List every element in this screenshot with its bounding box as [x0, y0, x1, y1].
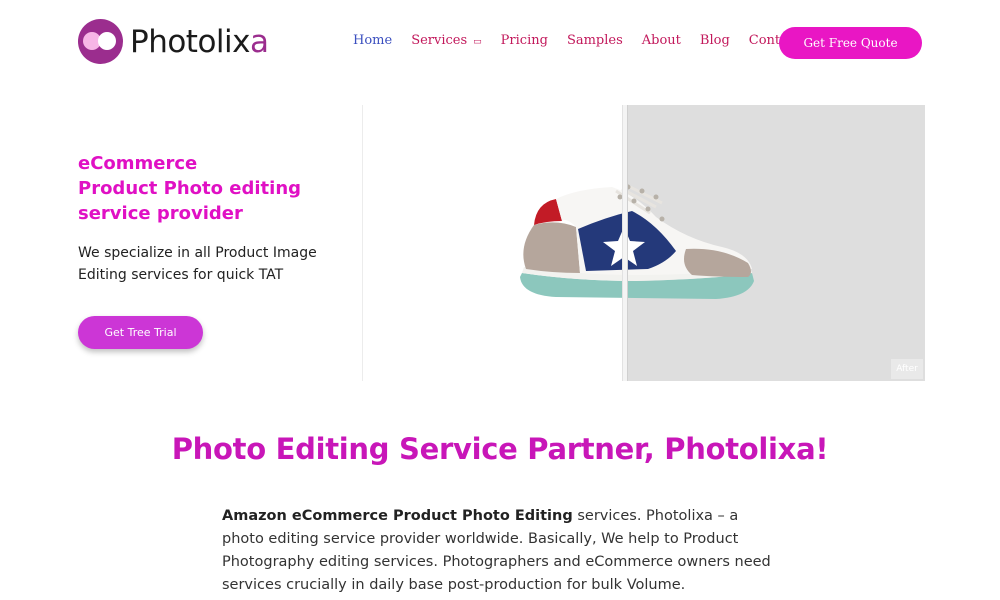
get-free-quote-button[interactable]: Get Free Quote	[779, 27, 922, 59]
hero-subtitle-line: We specialize in all Product Image	[78, 245, 317, 261]
hero-title-line: eCommerce	[78, 153, 198, 174]
nav-item-services[interactable]: Services ▭	[411, 33, 481, 48]
section-body: Amazon eCommerce Product Photo Editing s…	[222, 505, 782, 597]
logo-mark-icon	[78, 19, 123, 64]
hero-title: eCommerce Product Photo editing service …	[78, 151, 338, 226]
site-header: Photolixa Home Services ▭ Pricing Samples…	[0, 0, 1000, 85]
nav-item-services-label: Services	[411, 33, 468, 48]
nav-item-about[interactable]: About	[642, 33, 681, 48]
before-after-slider[interactable]: After	[364, 105, 925, 381]
sneaker-image	[520, 184, 754, 299]
hero-title-line: service provider	[78, 203, 243, 224]
free-trial-button[interactable]: Get Tree Trial	[78, 316, 203, 349]
compare-drag-handle[interactable]	[622, 105, 628, 381]
hero-subtitle-line: Editing services for quick TAT	[78, 267, 284, 283]
after-label: After	[891, 359, 923, 379]
main-nav: Home Services ▭ Pricing Samples About Blo…	[353, 33, 819, 48]
nav-item-samples[interactable]: Samples	[567, 33, 623, 48]
nav-item-home[interactable]: Home	[353, 33, 392, 48]
divider	[362, 105, 363, 381]
logo-text: Photolixa	[130, 23, 269, 60]
nav-item-blog[interactable]: Blog	[700, 33, 730, 48]
hero-title-line: Product Photo editing	[78, 178, 302, 199]
nav-item-pricing[interactable]: Pricing	[501, 33, 548, 48]
chevron-down-icon: ▭	[473, 37, 482, 47]
hero-subtitle: We specialize in all Product Image Editi…	[78, 242, 338, 286]
logo[interactable]: Photolixa	[78, 19, 269, 64]
section-lead: Amazon eCommerce Product Photo Editing	[222, 508, 573, 524]
section-title: Photo Editing Service Partner, Photolixa…	[171, 432, 829, 466]
